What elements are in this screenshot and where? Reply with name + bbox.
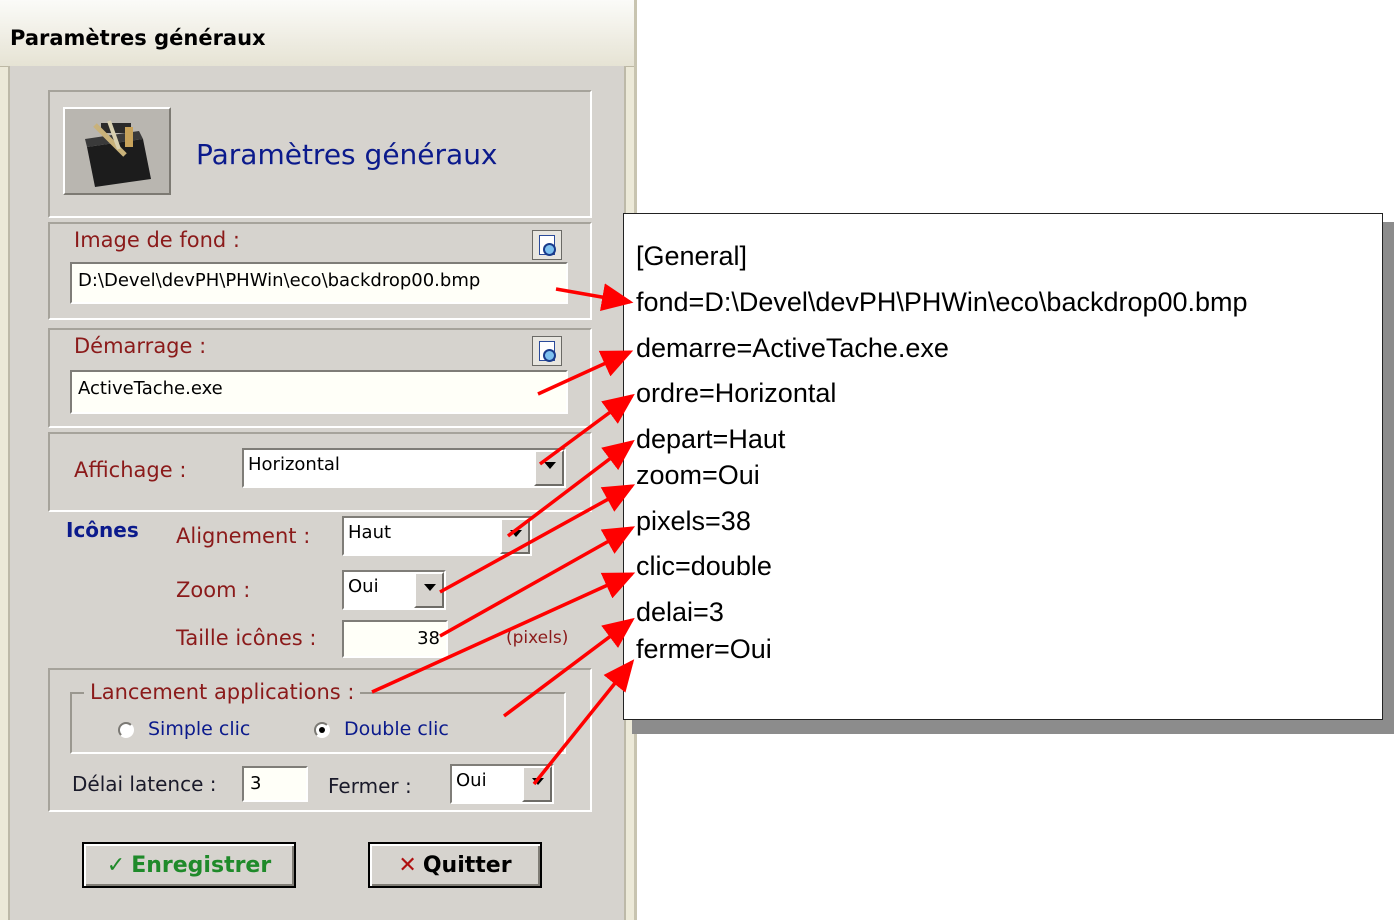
- ini-line: zoom=Oui: [636, 460, 760, 490]
- double-click-label[interactable]: Double clic: [344, 718, 449, 740]
- background-image-label: Image de fond :: [74, 228, 241, 252]
- close-icon: ✕: [398, 852, 417, 878]
- close-select-value: Oui: [456, 770, 487, 791]
- ini-line: ordre=Horizontal: [636, 378, 837, 408]
- icon-size-input[interactable]: 38: [342, 620, 448, 658]
- browse-startup-icon[interactable]: [532, 336, 562, 366]
- alignment-select[interactable]: Haut: [342, 516, 532, 556]
- zoom-select[interactable]: Oui: [342, 570, 446, 610]
- single-click-radio[interactable]: [118, 722, 134, 738]
- ini-line: clic=double: [636, 551, 772, 581]
- save-button[interactable]: ✓ Enregistrer: [82, 842, 296, 888]
- browse-background-icon[interactable]: [532, 230, 562, 260]
- title-bar[interactable]: Paramètres généraux: [0, 0, 634, 67]
- alignment-label: Alignement :: [176, 524, 311, 548]
- ini-line: [General]: [636, 241, 748, 271]
- window-title: Paramètres généraux: [10, 26, 266, 50]
- chevron-down-icon[interactable]: [522, 766, 552, 802]
- startup-label: Démarrage :: [74, 334, 207, 358]
- quit-button[interactable]: ✕ Quitter: [368, 842, 542, 888]
- quit-button-label: Quitter: [422, 852, 512, 878]
- launch-group-label: Lancement applications :: [84, 680, 361, 704]
- ini-line: demarre=ActiveTache.exe: [636, 333, 949, 363]
- display-label: Affichage :: [74, 458, 187, 482]
- display-select[interactable]: Horizontal: [242, 448, 566, 488]
- icons-section-label: Icônes: [66, 518, 139, 542]
- save-button-label: Enregistrer: [131, 852, 272, 878]
- toolbox-icon: [63, 107, 171, 195]
- display-select-value: Horizontal: [248, 454, 340, 475]
- zoom-select-value: Oui: [348, 576, 379, 597]
- alignment-select-value: Haut: [348, 522, 392, 543]
- latency-label: Délai latence :: [72, 772, 217, 796]
- check-icon: ✓: [106, 852, 126, 878]
- chevron-down-icon[interactable]: [534, 450, 564, 486]
- single-click-label[interactable]: Simple clic: [148, 718, 250, 740]
- icon-size-unit: (pixels): [506, 628, 569, 648]
- chevron-down-icon[interactable]: [500, 518, 530, 554]
- double-click-radio[interactable]: [314, 722, 330, 738]
- close-label: Fermer :: [328, 774, 412, 798]
- ini-line: delai=3: [636, 597, 724, 627]
- startup-input[interactable]: ActiveTache.exe: [70, 370, 568, 414]
- ini-line: pixels=38: [636, 506, 751, 536]
- header-title: Paramètres généraux: [196, 138, 498, 171]
- background-image-input[interactable]: D:\Devel\devPH\PHWin\eco\backdrop00.bmp: [70, 262, 568, 304]
- icon-size-label: Taille icônes :: [176, 626, 317, 650]
- close-select[interactable]: Oui: [450, 764, 554, 804]
- ini-line: fond=D:\Devel\devPH\PHWin\eco\backdrop00…: [636, 287, 1248, 317]
- ini-line: depart=Haut: [636, 424, 786, 454]
- chevron-down-icon[interactable]: [414, 572, 444, 608]
- zoom-label: Zoom :: [176, 578, 251, 602]
- ini-line: fermer=Oui: [636, 634, 772, 664]
- latency-input[interactable]: 3: [242, 766, 308, 802]
